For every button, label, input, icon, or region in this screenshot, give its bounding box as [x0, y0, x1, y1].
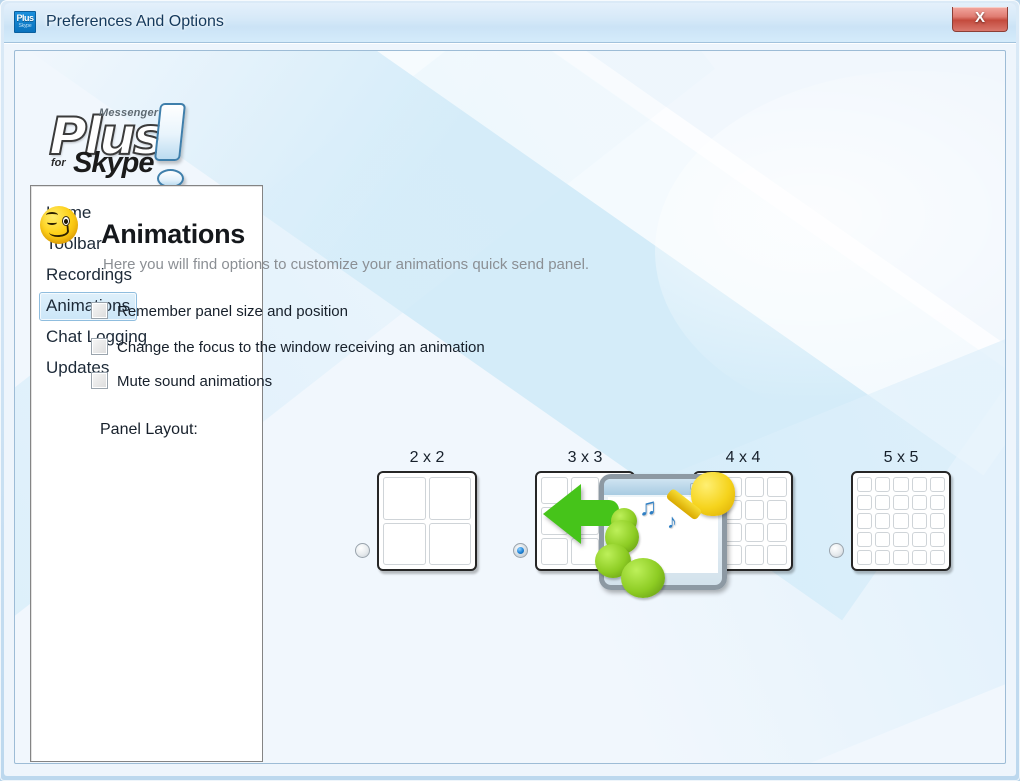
checkbox-label-remember-panel: Remember panel size and position: [117, 303, 348, 320]
layout-cell: [929, 477, 945, 493]
client-area: Plus Messenger for Skype HomeToolbarReco…: [4, 43, 1016, 776]
layout-cell: [911, 531, 927, 547]
green-arrow-icon: [543, 484, 581, 544]
radio-3x3[interactable]: [513, 543, 528, 558]
layout-cell: [857, 477, 873, 493]
window-frame-inner: Plus Skype Preferences And Options X Plu…: [4, 3, 1016, 776]
layout-caption-4x4: 4 x 4: [725, 449, 761, 466]
checkbox-row-remember-panel[interactable]: Remember panel size and position: [91, 302, 348, 320]
layout-caption-5x5: 5 x 5: [883, 449, 919, 466]
layout-cell: [857, 531, 873, 547]
close-button[interactable]: X: [952, 7, 1008, 32]
checkbox-label-change-focus: Change the focus to the window receiving…: [117, 339, 485, 356]
layout-cell: [767, 499, 787, 520]
layout-caption-3x3: 3 x 3: [567, 449, 603, 466]
layout-preview-2x2[interactable]: [377, 471, 477, 571]
page-title: Animations: [101, 219, 246, 249]
radio-2x2[interactable]: [355, 543, 370, 558]
layout-cell: [428, 477, 471, 520]
layout-cell: [383, 522, 426, 565]
smiley-brow: [46, 212, 58, 218]
app-icon-subglyph: Skype: [18, 23, 32, 29]
layout-cell: [767, 477, 787, 497]
layout-cell: [929, 531, 945, 547]
logo-exclamation-bar-icon: [153, 103, 187, 161]
smiley-wink-eye: [47, 220, 57, 225]
layout-cell: [893, 549, 909, 565]
layout-cell: [911, 513, 927, 529]
logo-messenger-text: Messenger: [99, 107, 159, 119]
layout-cell: [929, 495, 945, 511]
layout-cell: [744, 522, 765, 543]
layout-cell: [929, 549, 945, 565]
music-note-icon-2: ♪: [667, 511, 677, 533]
radio-5x5[interactable]: [829, 543, 844, 558]
layout-cell: [383, 477, 426, 520]
main-pane: [273, 51, 1005, 763]
product-logo: Plus Messenger for Skype: [45, 93, 205, 188]
layout-preview-5x5[interactable]: [851, 471, 951, 571]
checkbox-change-focus[interactable]: [91, 338, 108, 355]
content-panel: Plus Messenger for Skype HomeToolbarReco…: [14, 50, 1006, 764]
panel-layout-label: Panel Layout:: [100, 421, 198, 438]
animations-preview-illustration: ♫ ♪: [543, 466, 743, 611]
logo-skype-text: Skype: [73, 147, 154, 179]
checkbox-remember-panel[interactable]: [91, 302, 108, 319]
winking-smiley-icon: [40, 206, 78, 244]
layout-cell: [875, 513, 891, 529]
plus-logo-icon: Plus Skype: [14, 11, 36, 33]
layout-cell: [744, 499, 765, 520]
layout-cell: [893, 495, 909, 511]
layout-caption-2x2: 2 x 2: [409, 449, 445, 466]
layout-cell: [875, 477, 891, 493]
checkbox-label-mute-sound: Mute sound animations: [117, 373, 273, 390]
layout-cell: [929, 513, 945, 529]
checkbox-mute-sound[interactable]: [91, 372, 108, 389]
app-icon-glyph: Plus: [16, 13, 34, 23]
smiley-pupil: [64, 219, 68, 224]
layout-cell: [857, 549, 873, 565]
layout-cell: [744, 477, 765, 497]
layout-cell: [857, 513, 873, 529]
layout-cell: [875, 549, 891, 565]
layout-cell: [875, 531, 891, 547]
layout-cell: [857, 495, 873, 511]
title-bar: Plus Skype Preferences And Options X: [4, 3, 1016, 43]
page-subtitle: Here you will find options to customize …: [103, 256, 590, 273]
checkbox-row-mute-sound[interactable]: Mute sound animations: [91, 372, 272, 390]
layout-cell: [767, 545, 787, 565]
layout-cell: [428, 522, 471, 565]
layout-cell: [893, 477, 909, 493]
smiley-mouth: [48, 225, 70, 238]
layout-cell: [875, 495, 891, 511]
green-creature-3: [621, 558, 665, 598]
layout-cell: [767, 522, 787, 543]
checkbox-row-change-focus[interactable]: Change the focus to the window receiving…: [91, 338, 485, 356]
close-icon: X: [974, 9, 985, 26]
window-title: Preferences And Options: [46, 13, 224, 30]
layout-cell: [893, 513, 909, 529]
layout-cell: [911, 477, 927, 493]
layout-cell: [744, 545, 765, 565]
layout-cell: [911, 549, 927, 565]
layout-cell: [911, 495, 927, 511]
logo-for-text: for: [51, 157, 66, 169]
layout-cell: [893, 531, 909, 547]
preferences-window: Plus Skype Preferences And Options X Plu…: [0, 0, 1020, 781]
music-note-icon-1: ♫: [639, 494, 657, 521]
